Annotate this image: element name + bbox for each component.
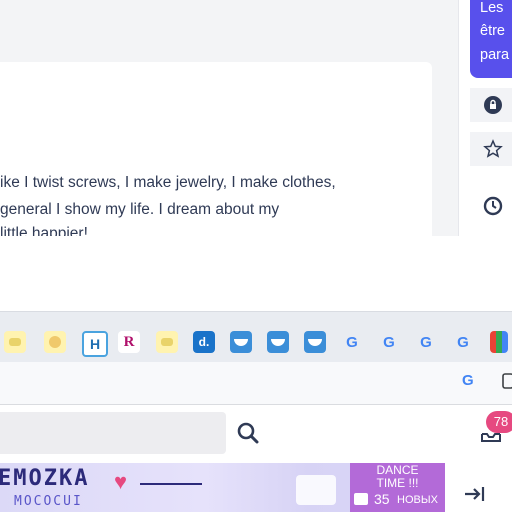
address-bar-row: G bbox=[0, 362, 512, 405]
post-text-line: little happier! bbox=[0, 225, 88, 236]
promo-text-line: être bbox=[480, 23, 505, 39]
post-text-line: general I show my life. I dream about my bbox=[0, 201, 280, 218]
inbox-icon bbox=[354, 493, 368, 505]
promo-text-line: Les bbox=[480, 0, 504, 16]
clock-icon bbox=[483, 196, 503, 216]
site-banner: EMOZKA ♥ MOCOCUI DANCE TIME !!! 35 НОВЫХ bbox=[0, 463, 512, 512]
screen-gap bbox=[0, 236, 512, 311]
notifications-button[interactable]: 78 bbox=[478, 411, 512, 452]
banner-title: EMOZKA bbox=[0, 466, 90, 491]
bookmark-item[interactable] bbox=[304, 331, 326, 353]
bookmark-item[interactable] bbox=[490, 331, 508, 353]
sidebar-item-favorites[interactable] bbox=[470, 132, 512, 166]
google-icon[interactable]: G bbox=[462, 372, 474, 389]
banner-pixel-cloud bbox=[296, 475, 336, 505]
banner-underline bbox=[140, 483, 202, 485]
promo-text-line: para bbox=[480, 47, 510, 63]
search-icon bbox=[237, 422, 259, 444]
sidebar-item-privacy[interactable] bbox=[470, 88, 512, 122]
google-icon[interactable]: G bbox=[452, 331, 474, 353]
notification-badge: 78 bbox=[486, 411, 512, 433]
bookmark-item[interactable] bbox=[267, 331, 289, 353]
star-icon bbox=[483, 139, 503, 158]
google-icon[interactable]: G bbox=[378, 331, 400, 353]
promo-card[interactable]: Les être para bbox=[470, 0, 512, 78]
logout-icon[interactable] bbox=[463, 485, 487, 503]
search-input[interactable] bbox=[0, 412, 226, 454]
google-icon[interactable]: G bbox=[341, 331, 363, 353]
lock-icon bbox=[484, 96, 502, 114]
bookmark-item[interactable]: d. bbox=[193, 331, 215, 353]
bookmark-item[interactable] bbox=[4, 331, 26, 353]
heart-icon: ♥ bbox=[114, 469, 128, 494]
bookmark-item[interactable]: H bbox=[82, 331, 108, 357]
bookmark-item[interactable] bbox=[230, 331, 252, 353]
search-button[interactable] bbox=[226, 412, 270, 454]
bookmark-item[interactable] bbox=[44, 331, 66, 353]
bookmarks-bar: H R d. G G G G bbox=[0, 311, 512, 362]
dance-time-tile[interactable]: DANCE TIME !!! 35 НОВЫХ bbox=[350, 463, 445, 512]
bookmark-item[interactable] bbox=[156, 331, 178, 353]
bookmark-item[interactable]: R bbox=[118, 331, 140, 353]
google-icon[interactable]: G bbox=[415, 331, 437, 353]
post-card: ike I twist screws, I make jewelry, I ma… bbox=[0, 62, 432, 236]
banner-subtitle: MOCOCUI bbox=[14, 494, 83, 509]
extension-icon[interactable] bbox=[500, 372, 512, 390]
sidebar-item-history[interactable] bbox=[470, 188, 512, 224]
feed-area: ike I twist screws, I make jewelry, I ma… bbox=[0, 0, 512, 236]
post-text-line: ike I twist screws, I make jewelry, I ma… bbox=[0, 174, 336, 191]
